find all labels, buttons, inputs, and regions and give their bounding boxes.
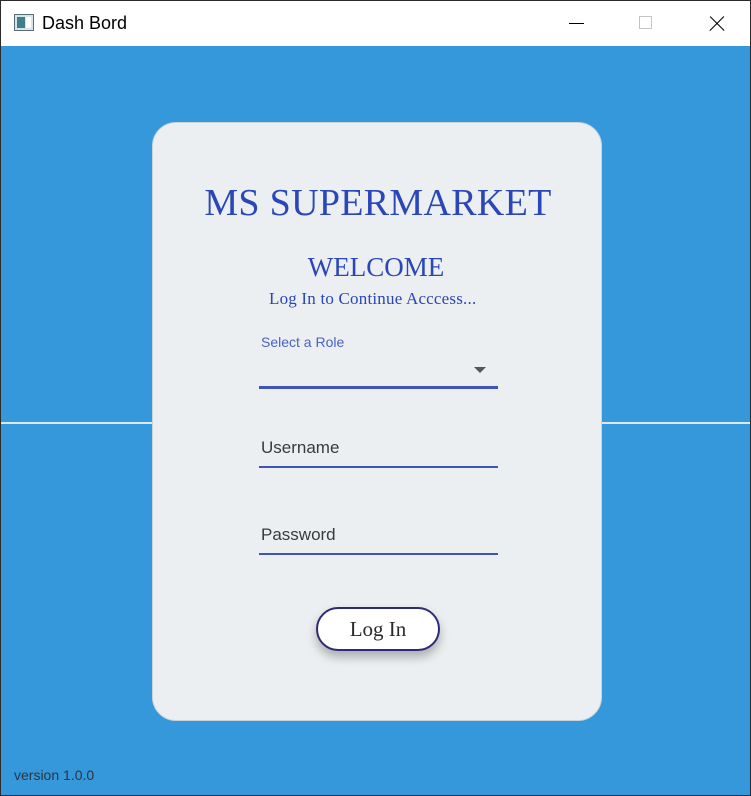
password-input[interactable]	[259, 515, 498, 551]
title-bar[interactable]: Dash Bord	[1, 1, 750, 46]
username-input[interactable]	[259, 428, 498, 464]
minimize-button[interactable]	[541, 1, 611, 46]
login-button[interactable]: Log In	[316, 607, 440, 651]
close-button[interactable]	[681, 1, 750, 46]
role-field: Select a Role	[259, 328, 498, 390]
welcome-heading: WELCOME	[307, 252, 445, 282]
login-subtitle: Log In to Continue Acccess...	[269, 289, 477, 308]
role-label: Select a Role	[261, 334, 345, 350]
window-title: Dash Bord	[42, 13, 128, 33]
close-icon	[708, 15, 726, 33]
version-label: version 1.0.0	[14, 767, 95, 783]
app-window: Dash Bord MS SUPERMARKET WELCOME Log In …	[0, 0, 751, 796]
window-content: MS SUPERMARKET WELCOME Log In to Continu…	[1, 46, 750, 795]
app-icon-pane-light	[26, 17, 31, 28]
password-field	[259, 515, 498, 555]
role-select[interactable]	[259, 352, 498, 389]
maximize-icon	[639, 16, 652, 29]
chevron-down-icon[interactable]	[474, 367, 486, 373]
login-card: MS SUPERMARKET WELCOME Log In to Continu…	[152, 122, 602, 721]
username-field	[259, 428, 498, 468]
app-icon-pane	[17, 17, 25, 28]
maximize-button[interactable]	[611, 1, 681, 46]
minimize-icon	[569, 23, 584, 24]
app-window-icon	[14, 14, 34, 31]
brand-title: MS SUPERMARKET	[204, 182, 552, 224]
